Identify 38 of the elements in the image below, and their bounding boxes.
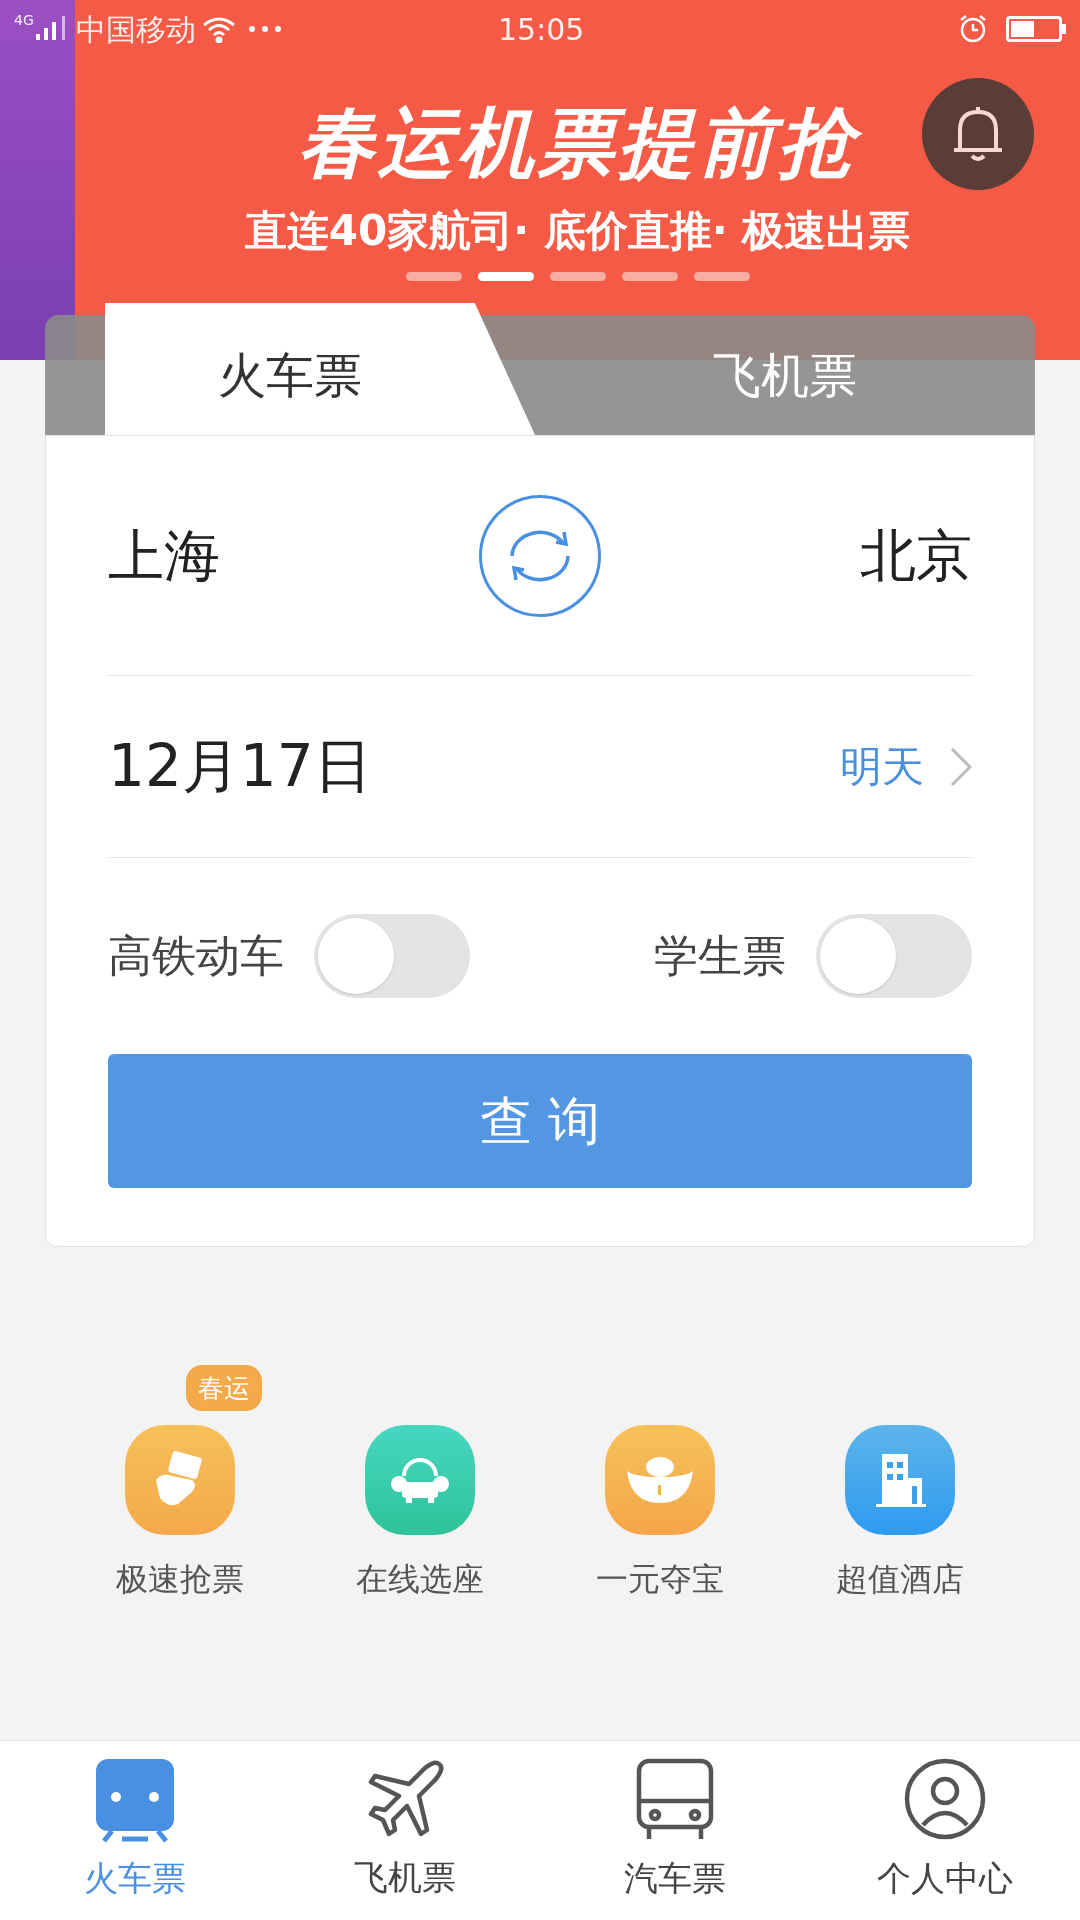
arrival-city[interactable]: 北京 xyxy=(860,513,972,598)
ticket-tab[interactable]: 火车票 xyxy=(105,303,535,435)
train-icon xyxy=(94,1757,176,1843)
wifi-icon xyxy=(201,15,236,43)
service-label: 在线选座 xyxy=(356,1559,484,1600)
nav-label: 个人中心 xyxy=(877,1857,1013,1900)
service-button[interactable] xyxy=(845,1425,955,1535)
departure-date: 12月17日 xyxy=(108,731,372,802)
banner-headline: 春运机票提前抢 xyxy=(283,95,872,190)
option-label: 学生票 xyxy=(654,929,786,983)
signal-icon xyxy=(33,16,68,42)
battery-icon xyxy=(1006,16,1066,42)
option-label: 高铁动车 xyxy=(108,929,284,983)
service-label: 超值酒店 xyxy=(836,1559,964,1600)
swap-button[interactable] xyxy=(479,494,601,617)
service-button[interactable] xyxy=(605,1425,715,1535)
nav-label: 飞机票 xyxy=(354,1856,456,1899)
carrier-name: 中国移动 xyxy=(75,10,196,49)
banner-subline: 直连40家航司· 底价直推· 极速出票 xyxy=(244,210,911,252)
relative-day: 明天 xyxy=(840,735,924,798)
clock-time: 15:05 xyxy=(498,10,585,49)
service-label: 极速抢票 xyxy=(116,1559,244,1600)
service-label: 一元夺宝 xyxy=(596,1559,724,1600)
service-button[interactable] xyxy=(365,1425,475,1535)
date-row[interactable]: 12月17日 明天 xyxy=(108,676,972,858)
nav-tab[interactable]: 汽车票 xyxy=(540,1741,810,1920)
nav-label: 汽车票 xyxy=(624,1857,726,1900)
ingot-icon xyxy=(625,1455,695,1505)
more-icon xyxy=(247,25,282,33)
nav-label: 火车票 xyxy=(84,1857,186,1900)
nav-tab[interactable]: 个人中心 xyxy=(810,1741,1080,1920)
departure-city[interactable]: 上海 xyxy=(108,513,220,598)
chevron-right-icon xyxy=(950,746,972,787)
nav-tab[interactable]: 飞机票 xyxy=(270,1741,540,1920)
network-type: 4G xyxy=(14,11,34,30)
service-button[interactable] xyxy=(125,1425,235,1535)
promo-badge: 春运 xyxy=(186,1365,262,1411)
alarm-icon xyxy=(958,14,988,44)
